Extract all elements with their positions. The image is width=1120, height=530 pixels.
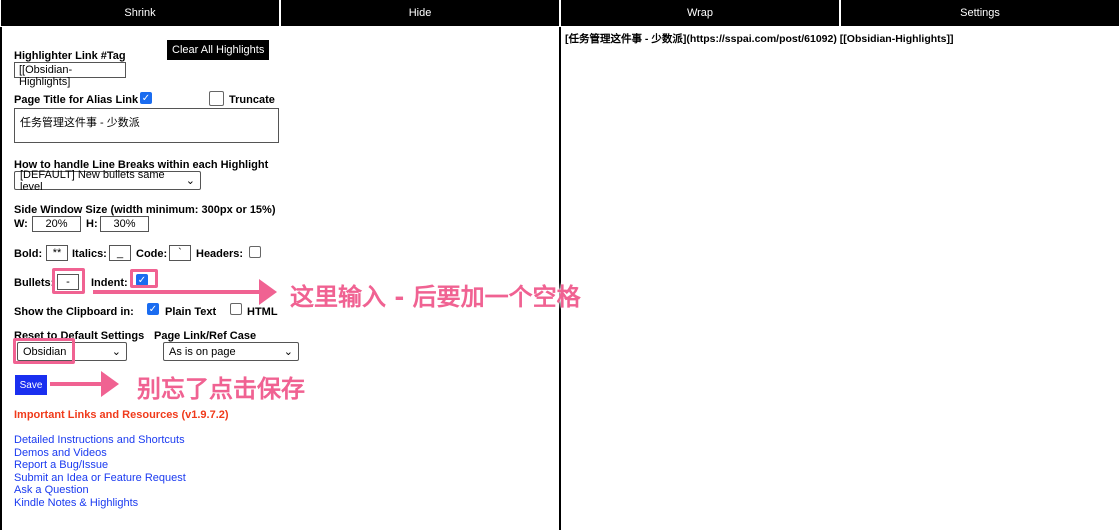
link-demos[interactable]: Demos and Videos: [14, 447, 186, 460]
plain-text-label: Plain Text: [165, 306, 217, 318]
link-submit-idea[interactable]: Submit an Idea or Feature Request: [14, 472, 186, 485]
clipboard-label: Show the Clipboard in:: [14, 306, 134, 318]
hide-button[interactable]: Hide: [280, 0, 560, 27]
chevron-down-icon: ⌄: [111, 346, 121, 358]
tag-input[interactable]: [[Obsidian-Highlights]: [14, 62, 126, 88]
headers-label: Headers:: [196, 248, 244, 260]
link-ask-question[interactable]: Ask a Question: [14, 484, 186, 497]
linebreak-select[interactable]: [DEFAULT] New bullets same level ⌄: [14, 168, 201, 193]
bullets-annotation: 这里输入 - 后要加一个空格: [290, 283, 581, 311]
link-kindle[interactable]: Kindle Notes & Highlights: [14, 497, 186, 510]
bullets-label: Bullets:: [14, 277, 55, 289]
height-input[interactable]: 30%: [100, 216, 149, 232]
alias-label: Page Title for Alias Link: [14, 94, 139, 106]
bold-input[interactable]: **: [46, 245, 68, 261]
top-toolbar: Shrink Hide Wrap Settings: [0, 0, 1120, 27]
alias-checkbox[interactable]: ✓: [140, 92, 152, 104]
shrink-button[interactable]: Shrink: [0, 0, 280, 27]
width-label: W:: [14, 218, 28, 230]
case-label: Page Link/Ref Case: [154, 330, 257, 342]
indent-label: Indent:: [91, 277, 128, 289]
width-input[interactable]: 20%: [32, 216, 81, 232]
bold-label: Bold:: [14, 248, 43, 260]
arrow-to-bullets-note: [93, 279, 277, 305]
chevron-down-icon: ⌄: [185, 175, 195, 187]
code-input[interactable]: `: [169, 245, 191, 261]
truncate-label: Truncate: [229, 94, 275, 106]
height-label: H:: [86, 218, 98, 230]
arrow-to-save-note: [50, 371, 119, 397]
tag-label: Highlighter Link #Tag: [14, 50, 126, 62]
save-button[interactable]: Save: [15, 375, 47, 395]
italics-label: Italics:: [72, 248, 107, 260]
side-window-label: Side Window Size (width minimum: 300px o…: [14, 204, 276, 216]
case-select[interactable]: As is on page ⌄: [163, 342, 299, 361]
truncate-checkbox[interactable]: [209, 91, 224, 106]
html-checkbox[interactable]: [230, 303, 242, 315]
reset-highlight-box: [13, 338, 75, 364]
bullets-highlight-box: [52, 268, 85, 294]
page-title-textarea[interactable]: 任务管理这件事 - 少数派: [14, 108, 279, 143]
wrap-button[interactable]: Wrap: [560, 0, 840, 27]
page-title-value: 任务管理这件事 - 少数派: [20, 117, 140, 129]
chevron-down-icon: ⌄: [283, 346, 293, 358]
headers-checkbox[interactable]: [249, 246, 261, 258]
resource-links: Detailed Instructions and Shortcuts Demo…: [14, 434, 186, 509]
html-label: HTML: [247, 306, 278, 318]
settings-button[interactable]: Settings: [840, 0, 1120, 27]
italics-input[interactable]: _: [109, 245, 131, 261]
case-value: As is on page: [169, 345, 236, 358]
indent-highlight-box: [130, 269, 158, 288]
clear-all-highlights-button[interactable]: Clear All Highlights: [167, 40, 270, 60]
link-report-bug[interactable]: Report a Bug/Issue: [14, 459, 186, 472]
clipboard-output[interactable]: [任务管理这件事 - 少数派](https://sspai.com/post/6…: [561, 27, 1120, 530]
save-annotation: 别忘了点击保存: [137, 375, 305, 403]
link-instructions[interactable]: Detailed Instructions and Shortcuts: [14, 434, 186, 447]
resources-title: Important Links and Resources (v1.9.7.2): [14, 409, 229, 421]
plain-text-checkbox[interactable]: ✓: [147, 303, 159, 315]
linebreak-value: [DEFAULT] New bullets same level: [20, 168, 165, 193]
code-label: Code:: [136, 248, 168, 260]
